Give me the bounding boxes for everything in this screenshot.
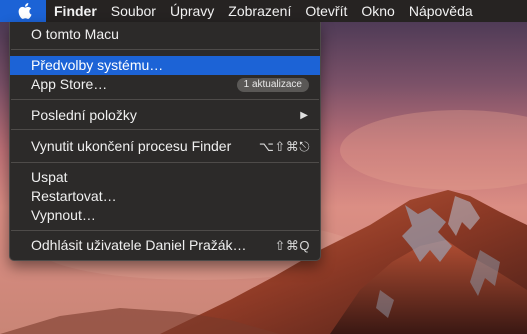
apple-menu-button[interactable] [0,0,46,22]
menu-item-recent-items[interactable]: Poslední položky ▶ [10,106,320,125]
menu-bar: Finder Soubor Úpravy Zobrazení Otevřít O… [0,0,527,22]
menu-item-log-out[interactable]: Odhlásit uživatele Daniel Pražák… ⇧⌘Q [10,236,320,255]
menu-item-force-quit-label: Vynutit ukončení procesu Finder [31,138,232,154]
update-count-badge: 1 aktualizace [236,77,309,92]
menu-separator [11,129,319,130]
menu-item-app-store-label: App Store… [31,76,108,92]
menu-separator [11,230,319,231]
menu-upravy[interactable]: Úpravy [163,0,221,22]
menu-item-about-label: O tomto Macu [31,26,119,42]
menu-separator [11,49,319,50]
menu-okno[interactable]: Okno [354,0,401,22]
menu-separator [11,162,319,163]
menu-item-shut-down[interactable]: Vypnout… [10,206,320,225]
log-out-shortcut: ⇧⌘Q [274,238,310,253]
menu-item-recent-items-label: Poslední položky [31,107,137,123]
menu-item-system-preferences[interactable]: Předvolby systému… [10,56,320,75]
submenu-arrow-icon: ▶ [300,110,308,121]
apple-logo-icon [18,3,32,19]
menu-separator [11,99,319,100]
menu-item-sleep[interactable]: Uspat [10,168,320,187]
menu-item-system-preferences-label: Předvolby systému… [31,57,164,73]
menu-item-force-quit[interactable]: Vynutit ukončení procesu Finder ⌥⇧⌘⎋ [10,137,320,156]
menu-item-restart-label: Restartovat… [31,188,117,204]
desktop: Finder Soubor Úpravy Zobrazení Otevřít O… [0,0,527,334]
menu-item-restart[interactable]: Restartovat… [10,187,320,206]
apple-menu-dropdown: O tomto Macu Předvolby systému… App Stor… [9,22,321,261]
menu-soubor[interactable]: Soubor [104,0,163,22]
menu-item-log-out-label: Odhlásit uživatele Daniel Pražák… [31,237,247,253]
menu-item-app-store[interactable]: App Store… 1 aktualizace [10,75,320,94]
menu-item-shut-down-label: Vypnout… [31,207,96,223]
menu-zobrazeni[interactable]: Zobrazení [221,0,298,22]
menu-napoveda[interactable]: Nápověda [402,0,480,22]
force-quit-shortcut: ⌥⇧⌘⎋ [258,139,310,154]
menu-otevrit[interactable]: Otevřít [298,0,354,22]
menu-item-about[interactable]: O tomto Macu [10,25,320,44]
menu-finder[interactable]: Finder [46,0,104,22]
menu-item-sleep-label: Uspat [31,169,68,185]
